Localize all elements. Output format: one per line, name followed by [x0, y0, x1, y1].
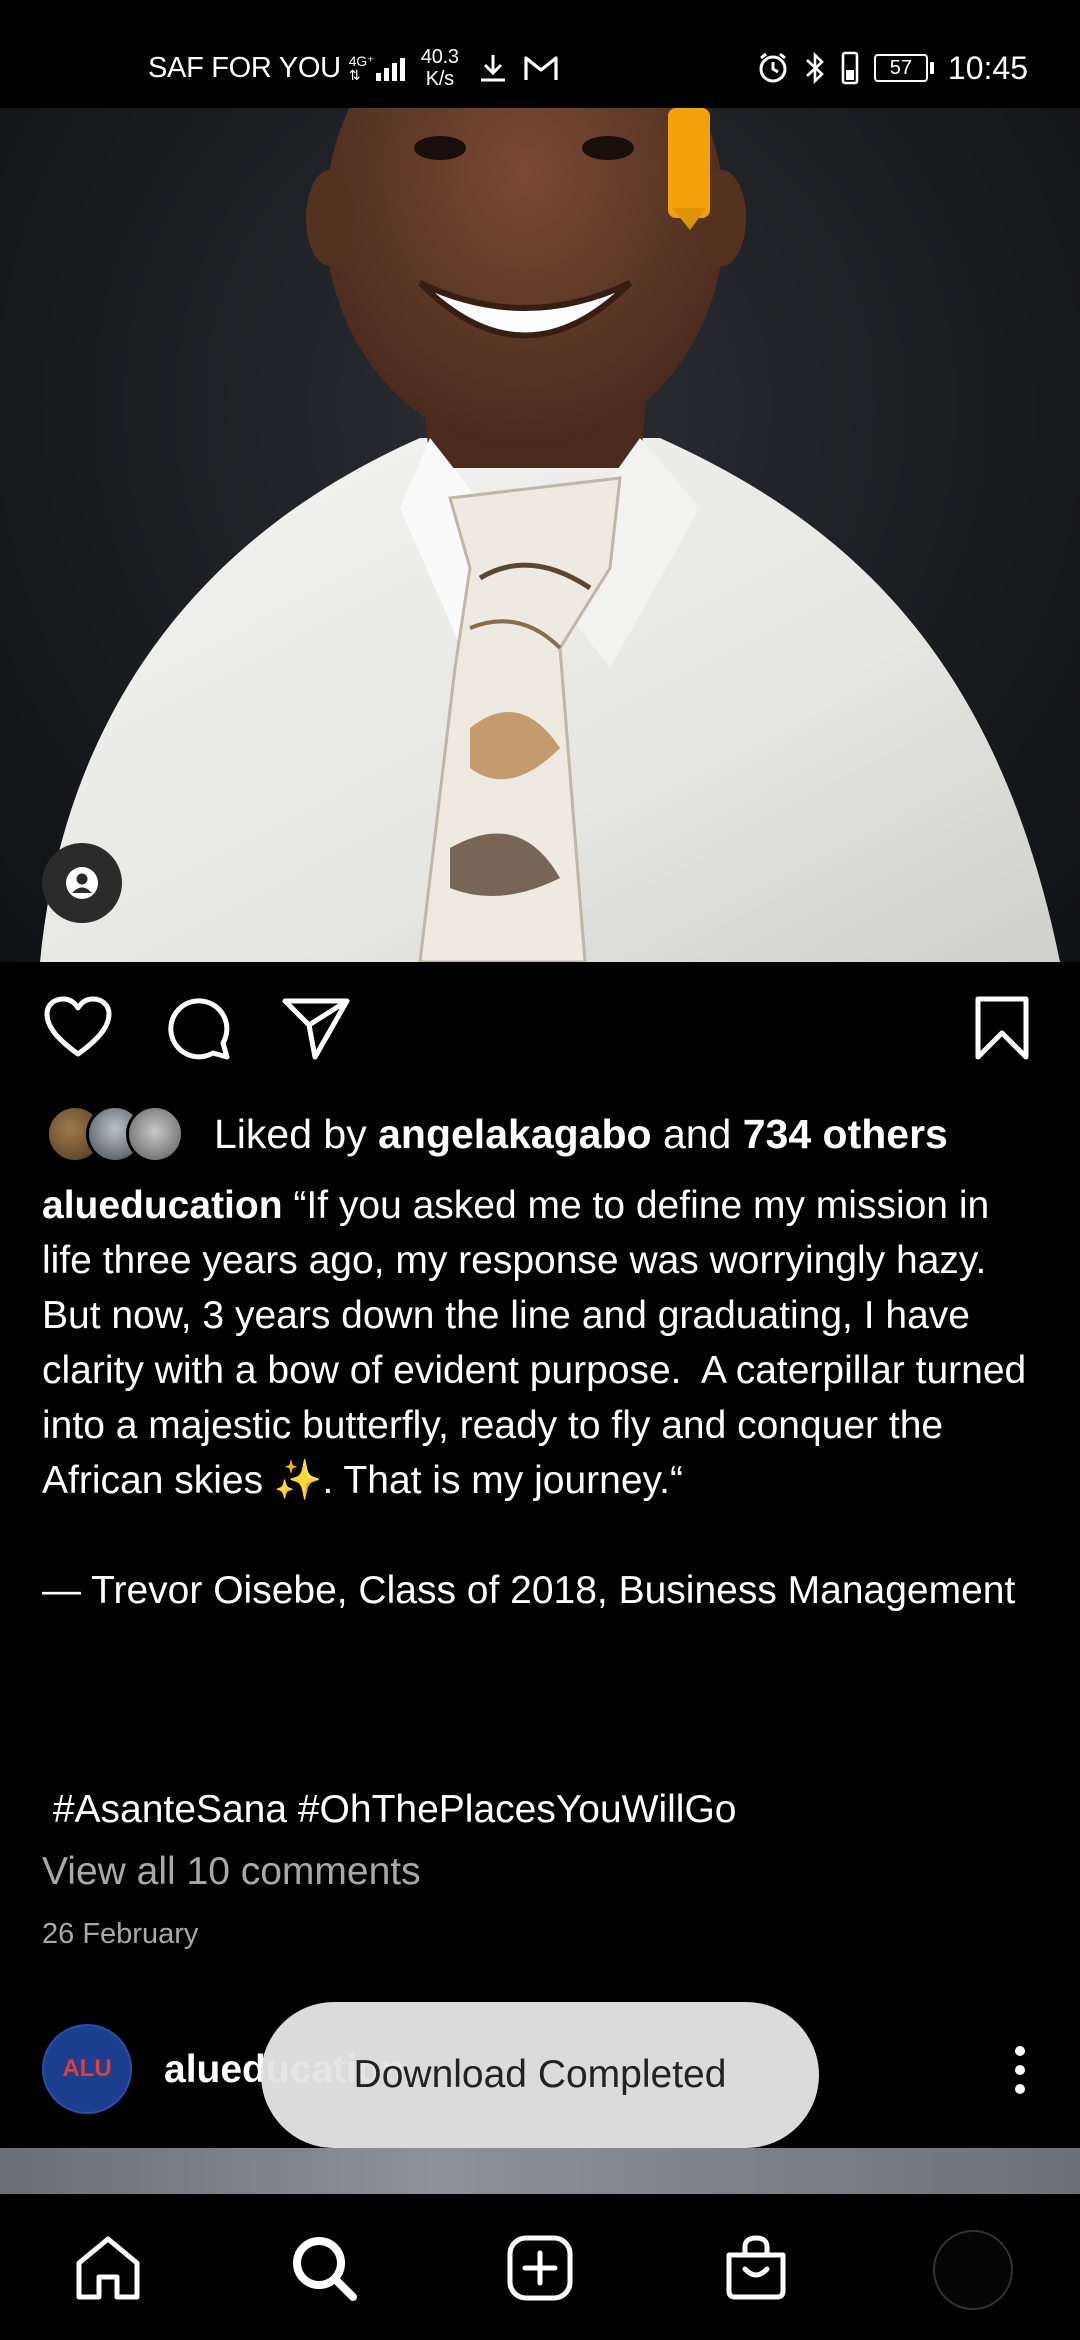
more-vertical-icon [1015, 2046, 1025, 2056]
comment-bubble-icon [168, 998, 230, 1060]
next-post-avatar[interactable]: ALU [42, 2024, 132, 2114]
signal-icon [375, 55, 405, 81]
comment-button[interactable] [160, 990, 236, 1066]
nav-shop[interactable] [716, 2228, 796, 2308]
save-button[interactable] [964, 990, 1040, 1066]
avatar [126, 1105, 184, 1163]
nav-create[interactable] [500, 2228, 580, 2308]
post-caption: alueducation “If you asked me to define … [42, 1178, 1042, 1618]
post-photo [40, 108, 1060, 962]
shopping-bag-icon [726, 2235, 786, 2300]
likes-text: Liked by angelakagabo and 734 others [214, 1110, 948, 1157]
post-date: 26 February [42, 1918, 199, 1950]
view-comments-link[interactable]: View all 10 comments [42, 1850, 421, 1894]
liker-username[interactable]: angelakagabo [378, 1111, 651, 1157]
nav-search[interactable] [284, 2228, 364, 2308]
bookmark-icon [975, 996, 1029, 1060]
likes-count[interactable]: 734 others [743, 1111, 948, 1157]
plus-square-icon [507, 2235, 573, 2301]
heart-icon [44, 996, 112, 1057]
caption-username[interactable]: alueducation [42, 1184, 283, 1227]
post-image[interactable] [0, 108, 1080, 962]
post-actions [0, 990, 1080, 1070]
bottom-navigation [0, 2194, 1080, 2340]
bluetooth-icon [806, 51, 824, 85]
gmail-icon [524, 56, 558, 80]
nav-profile-avatar[interactable] [933, 2230, 1013, 2310]
home-icon [76, 2236, 140, 2300]
nav-home[interactable] [68, 2228, 148, 2308]
carrier-label: SAF FOR YOU [148, 51, 341, 84]
vibrate-icon [841, 51, 859, 85]
caption-hashtags[interactable]: #AsanteSana #OhThePlacesYouWillGo [42, 1782, 737, 1837]
more-options-button[interactable] [1000, 2040, 1040, 2100]
clock: 10:45 [947, 49, 1028, 86]
network-speed: 40.3 K/s [420, 46, 459, 90]
network-type: 4G⁺ ⇅ [348, 53, 374, 83]
share-button[interactable] [278, 990, 354, 1066]
download-toast: Download Completed [261, 2002, 819, 2148]
liker-avatars [46, 1105, 186, 1163]
next-post-image[interactable] [0, 2148, 1080, 2194]
status-bar: SAF FOR YOU 4G⁺ ⇅ 40.3 K/s 57 10:45 [0, 0, 1080, 108]
battery-indicator: 57 [873, 54, 934, 82]
download-icon [480, 55, 505, 82]
alarm-icon [759, 52, 787, 83]
caption-text: “If you asked me to define my mission in… [42, 1184, 1027, 1612]
search-icon [293, 2237, 357, 2301]
likes-summary[interactable]: Liked by angelakagabo and 734 others [46, 1104, 948, 1164]
person-tag-icon [66, 867, 98, 899]
tagged-people-button[interactable] [42, 843, 122, 923]
like-button[interactable] [40, 990, 116, 1066]
paper-plane-icon [282, 998, 350, 1060]
